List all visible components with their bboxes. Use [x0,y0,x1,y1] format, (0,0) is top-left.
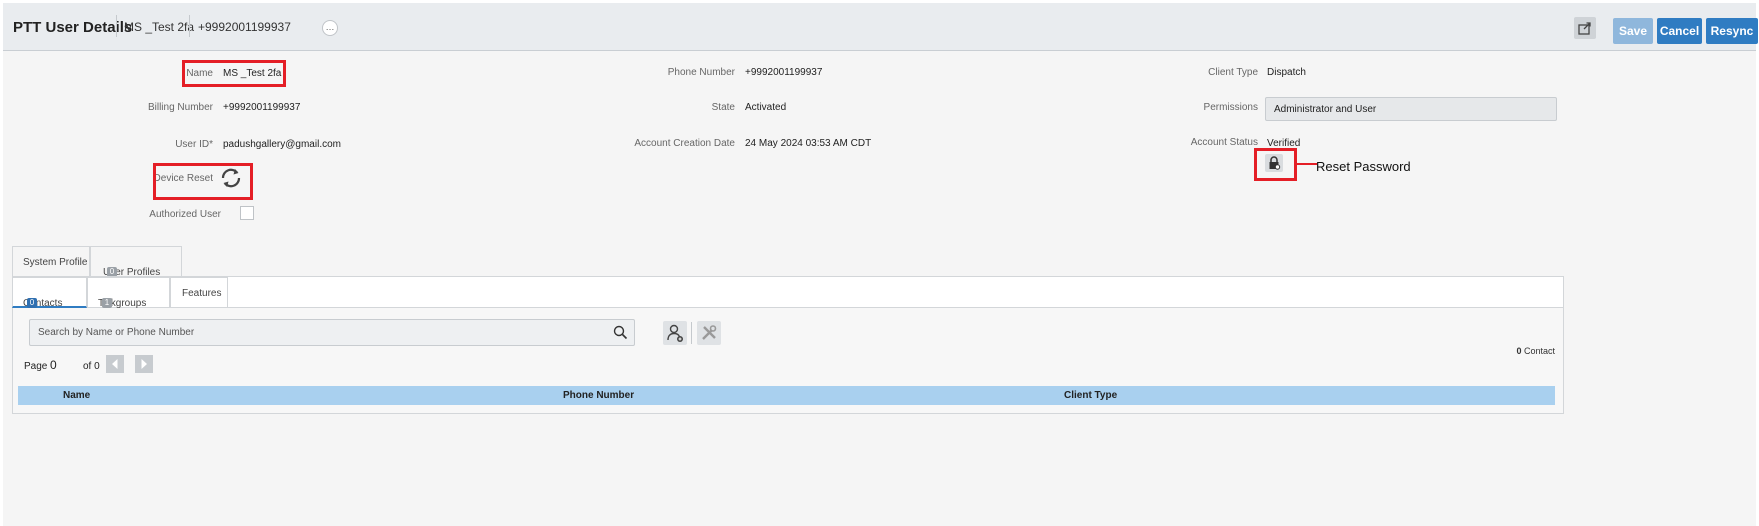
caret-right-icon [141,359,147,369]
billing-number-value: +9992001199937 [223,102,301,113]
account-creation-label: Account Creation Date [634,138,735,149]
column-header-name[interactable]: Name [63,390,90,401]
divider [116,15,117,37]
search-icon[interactable] [613,325,628,340]
save-button[interactable]: Save [1613,18,1653,44]
account-status-label: Account Status [1190,137,1258,148]
contacts-table-header: Name Phone Number Client Type [18,386,1555,405]
header-phone: +9992001199937 [198,20,291,34]
more-button[interactable]: … [322,20,338,36]
phone-number-label: Phone Number [667,67,735,78]
caret-left-icon [112,359,118,369]
resync-button[interactable]: Resync [1706,18,1758,44]
page-label: Page [24,361,48,372]
tab-contacts[interactable]: Contacts 0 [12,277,87,309]
account-creation-value: 24 May 2024 03:53 AM CDT [745,138,872,149]
column-header-client-type[interactable]: Client Type [1064,390,1117,401]
page-number: 0 [50,358,57,372]
export-icon [1578,22,1591,35]
header-user-name: MS _Test 2fa [124,20,195,34]
client-type-value: Dispatch [1267,67,1306,78]
contact-search-input[interactable] [36,326,660,339]
state-label: State [711,102,735,113]
contact-count: 0 Contact [1503,346,1555,356]
contact-count-value: 0 [1516,346,1522,356]
user-id-value: padushgallery@gmail.com [223,139,341,150]
cancel-button[interactable]: Cancel [1657,18,1702,44]
add-user-icon [667,324,683,342]
tools-icon [702,325,717,340]
tab-talkgroups[interactable]: Talkgroups 1 [87,277,170,309]
tab-user-profiles[interactable]: User Profiles 0 [90,246,182,278]
page-title: PTT User Details [13,19,133,36]
tab-features[interactable]: Features [170,277,228,308]
contact-count-label: Contact [1523,346,1555,356]
state-value: Activated [745,102,787,113]
highlight-reset-password [1254,148,1297,181]
talkgroups-count-badge: 1 [102,298,112,308]
details-header: PTT User Details MS _Test 2fa +999200119… [3,3,1758,51]
phone-number-value: +9992001199937 [745,67,823,78]
permissions-select[interactable]: Administrator and User [1265,97,1557,121]
tab-features-label: Features [182,288,222,299]
highlight-name [182,60,286,87]
subtabs-bar [12,276,1564,308]
divider [691,322,692,344]
permissions-value: Administrator and User [1274,104,1377,115]
client-type-label: Client Type [1208,67,1258,78]
prev-page-button[interactable] [106,355,124,373]
permissions-label: Permissions [1203,102,1258,113]
reset-password-callout: Reset Password [1316,159,1411,174]
page-of-total: of 0 [83,361,100,372]
tab-system-profile-label: System Profile [23,257,88,268]
column-header-phone-number[interactable]: Phone Number [563,390,634,401]
contacts-count-badge: 0 [27,298,37,308]
highlight-device-reset [153,163,253,200]
authorized-user-label: Authorized User [149,209,221,220]
next-page-button[interactable] [135,355,153,373]
page-frame: PTT User Details MS _Test 2fa +999200119… [3,3,1758,526]
contact-search-box [29,319,660,346]
export-button[interactable] [1574,17,1596,39]
authorized-user-checkbox[interactable] [240,206,254,220]
add-contact-button[interactable] [663,321,687,345]
divider [189,15,190,37]
tab-system-profile[interactable]: System Profile [12,246,90,277]
billing-number-label: Billing Number [147,102,213,113]
user-id-label: User ID* [175,139,213,150]
tools-button[interactable] [697,321,721,345]
callout-line [1297,163,1317,165]
